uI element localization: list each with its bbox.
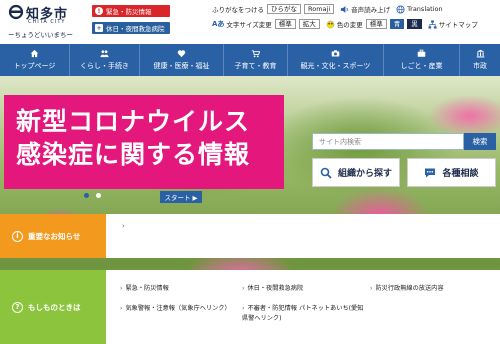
emergency-link[interactable]: 気象警報・注意報（気象庁へリンク） <box>120 304 230 314</box>
emergency-link[interactable]: 不審者・防犯情報 パトネットあいち(愛知県警へリンク) <box>242 304 366 324</box>
stroller-icon <box>251 50 260 58</box>
palette-icon <box>326 20 335 28</box>
globe-icon <box>396 4 405 14</box>
search-button[interactable]: 検索 <box>464 133 496 150</box>
nav-item-work[interactable]: しごと・産業 <box>384 44 460 76</box>
speech-bubble-icon <box>425 168 436 177</box>
heart-icon <box>177 50 186 58</box>
site-search-input[interactable]: サイト内検索 <box>312 133 464 150</box>
org-search-button[interactable]: 組織から探す <box>312 158 400 187</box>
city-emblem-icon <box>8 4 24 20</box>
nav-item-tourism[interactable]: 観光・文化・スポーツ <box>288 44 384 76</box>
font-large-button[interactable]: 拡大 <box>298 19 320 29</box>
nav-label: トップページ <box>13 62 56 70</box>
sitemap-icon <box>428 19 437 29</box>
accessibility-toolbar-row1: ふりがなをつける ひらがな Romaji 音声読み上げ Translation <box>212 4 443 14</box>
hospital-icon: + <box>95 24 103 32</box>
org-search-label: 組織から探す <box>337 169 392 179</box>
alert-icon: ! <box>95 7 103 15</box>
emergency-link[interactable]: 休日・夜間救急病院 <box>242 284 303 294</box>
search-icon <box>320 167 332 179</box>
nav-item-health[interactable]: 健康・医療・福祉 <box>140 44 224 76</box>
slide-dot-2[interactable] <box>96 193 101 198</box>
nav-label: 子育て・教育 <box>234 62 277 70</box>
color-change-label: 色の変更 <box>336 21 363 29</box>
briefcase-icon <box>417 49 426 57</box>
font-size-icon: Aあ <box>212 20 225 28</box>
nav-label: 健康・医療・福祉 <box>153 62 210 70</box>
site-header: 知多市 CHITA CITY ーちょうどいいまちー ! 緊急・防災情報 + 休日… <box>0 0 500 44</box>
info-icon: i <box>12 230 23 242</box>
emergency-link[interactable]: 緊急・防災情報 <box>120 284 168 294</box>
sitemap-link[interactable]: サイトマップ <box>439 19 478 29</box>
emergency-info-label: 緊急・防災情報 <box>106 8 152 16</box>
romaji-button[interactable]: Romaji <box>304 4 335 14</box>
nav-item-living[interactable]: くらし・手続き <box>70 44 140 76</box>
night-medical-button[interactable]: + 休日・夜間救急病院 <box>92 22 170 34</box>
important-notice-tag: i 重要なお知らせ <box>0 214 106 258</box>
nav-label: しごと・産業 <box>400 62 443 70</box>
speaker-icon <box>341 5 348 13</box>
home-icon <box>30 49 39 58</box>
building-icon <box>476 49 484 58</box>
covid-info-banner[interactable]: 新型コロナウイルス 感染症に関する情報 <box>4 95 284 189</box>
global-nav: トップページ くらし・手続き 健康・医療・福祉 子育て・教育 観光・文化・スポー… <box>0 44 500 76</box>
question-icon: ? <box>12 301 23 313</box>
emergency-panel-tag: ? もしものときは <box>0 270 106 344</box>
nav-item-childcare[interactable]: 子育て・教育 <box>224 44 288 76</box>
slide-dot-1[interactable] <box>84 193 89 198</box>
emergency-panel-title: もしものときは <box>28 302 81 312</box>
nav-label: くらし・手続き <box>80 62 129 70</box>
color-blue-button[interactable]: 青 <box>389 19 405 29</box>
covid-banner-line2: 感染症に関する情報 <box>16 140 251 169</box>
nav-item-cityhall[interactable]: 市政 <box>460 44 500 76</box>
slideshow-start-button[interactable]: スタート ▶ <box>160 191 202 203</box>
consultation-label: 各種相談 <box>442 169 479 179</box>
translation-link[interactable]: Translation <box>407 5 442 13</box>
important-notice-panel: i 重要なお知らせ › <box>0 214 500 258</box>
night-medical-label: 休日・夜間救急病院 <box>106 25 165 33</box>
important-notice-title: 重要なお知らせ <box>28 231 81 241</box>
font-size-label: 文字サイズ変更 <box>226 21 272 29</box>
consultation-button[interactable]: 各種相談 <box>407 158 496 187</box>
camera-icon <box>331 50 340 57</box>
furigana-label: ふりがなをつける <box>212 6 264 14</box>
covid-banner-line1: 新型コロナウイルス <box>16 107 251 136</box>
city-logo[interactable]: 知多市 CHITA CITY ーちょうどいいまちー <box>6 3 90 41</box>
emergency-link[interactable]: 防災行政無線の放送内容 <box>370 284 443 294</box>
slide-indicators <box>84 193 108 198</box>
voice-readout-link[interactable]: 音声読み上げ <box>351 4 390 14</box>
nav-item-top[interactable]: トップページ <box>0 44 70 76</box>
emergency-panel: ? もしものときは 緊急・防災情報 休日・夜間救急病院 防災行政無線の放送内容 … <box>0 270 500 344</box>
color-black-button[interactable]: 黒 <box>407 19 422 29</box>
accessibility-toolbar-row2: Aあ 文字サイズ変更 標準 拡大 色の変更 標準 青 黒 サイトマップ <box>212 19 478 29</box>
important-notice-item[interactable]: › <box>122 222 125 230</box>
hiragana-button[interactable]: ひらがな <box>267 4 301 14</box>
logo-english: CHITA CITY <box>28 19 66 25</box>
nav-label: 観光・文化・スポーツ <box>300 62 371 70</box>
logo-tagline: ーちょうどいいまちー <box>8 31 73 39</box>
font-standard-button[interactable]: 標準 <box>274 19 296 29</box>
emergency-info-button[interactable]: ! 緊急・防災情報 <box>92 5 170 17</box>
people-icon <box>100 50 109 58</box>
color-standard-button[interactable]: 標準 <box>365 19 387 29</box>
nav-label: 市政 <box>473 62 487 70</box>
